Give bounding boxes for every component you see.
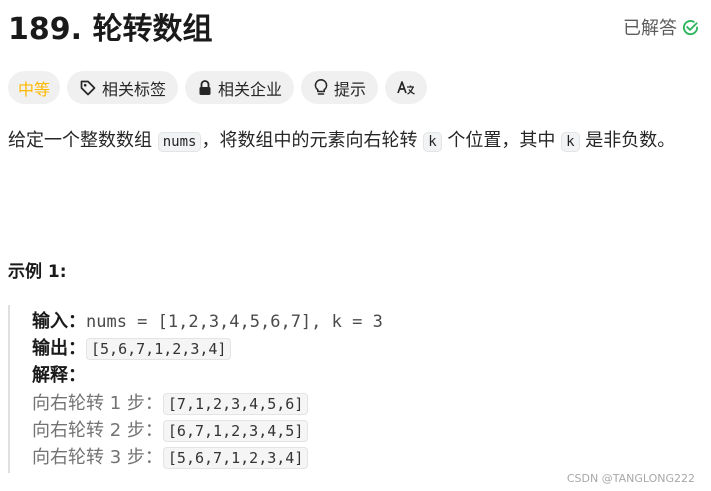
- solved-label: 已解答: [623, 18, 677, 39]
- check-circle-icon: [682, 19, 699, 36]
- step-label: 向右轮转 2 步：: [32, 420, 163, 441]
- tag-icon: [79, 79, 97, 97]
- description-text: 给定一个整数数组: [8, 130, 158, 151]
- related-companies-button[interactable]: 相关企业: [185, 71, 295, 104]
- example-step-line: 向右轮转 3 步： [5,6,7,1,2,3,4]: [32, 445, 309, 471]
- code-k: k: [423, 132, 442, 152]
- tag-bar: 中等 相关标签 相关企业 提示: [8, 71, 428, 104]
- output-value: [5,6,7,1,2,3,4]: [86, 338, 232, 360]
- input-label: 输入：: [32, 311, 86, 332]
- hint-label: 提示: [334, 79, 367, 99]
- example-output-line: 输出： [5,6,7,1,2,3,4]: [32, 336, 232, 362]
- watermark: CSDN @TANGLONG222: [566, 472, 695, 485]
- example-step-line: 向右轮转 1 步： [7,1,2,3,4,5,6]: [32, 391, 309, 417]
- code-nums: nums: [157, 132, 202, 152]
- step-value: [5,6,7,1,2,3,4]: [162, 447, 309, 469]
- difficulty-badge[interactable]: 中等: [8, 71, 61, 104]
- lock-icon: [197, 79, 213, 97]
- example-input-line: 输入：nums = [1,2,3,4,5,6,7], k = 3: [32, 309, 383, 335]
- related-tags-button[interactable]: 相关标签: [67, 71, 179, 104]
- input-value: nums = [1,2,3,4,5,6,7], k = 3: [86, 312, 383, 332]
- description-text: ，将数组中的元素向右轮转: [201, 130, 424, 151]
- problem-title: 189. 轮转数组: [8, 12, 213, 47]
- translate-button[interactable]: [385, 71, 428, 104]
- step-label: 向右轮转 3 步：: [32, 447, 163, 468]
- solved-status[interactable]: 已解答: [623, 14, 699, 40]
- example-title: 示例 1:: [8, 262, 67, 282]
- example-block: 输入：nums = [1,2,3,4,5,6,7], k = 3 输出： [5,6…: [8, 305, 383, 473]
- example-step-line: 向右轮转 2 步： [6,7,1,2,3,4,5]: [32, 418, 309, 444]
- related-companies-label: 相关企业: [218, 79, 283, 99]
- code-k: k: [561, 132, 580, 152]
- lightbulb-icon: [313, 78, 329, 97]
- difficulty-label: 中等: [18, 79, 51, 99]
- step-value: [7,1,2,3,4,5,6]: [162, 393, 309, 415]
- explanation-label: 解释：: [32, 365, 86, 386]
- description-text: 是非负数。: [579, 130, 676, 151]
- hint-button[interactable]: 提示: [301, 71, 379, 104]
- problem-description: 给定一个整数数组 nums ，将数组中的元素向右轮转 k 个位置，其中 k 是非负…: [8, 126, 698, 157]
- translate-icon: [396, 79, 416, 97]
- description-text: 个位置，其中: [441, 130, 562, 151]
- example-explanation-line: 解释：: [32, 363, 86, 389]
- output-label: 输出：: [32, 338, 86, 359]
- step-label: 向右轮转 1 步：: [32, 393, 163, 414]
- step-value: [6,7,1,2,3,4,5]: [162, 420, 309, 442]
- related-tags-label: 相关标签: [102, 79, 167, 99]
